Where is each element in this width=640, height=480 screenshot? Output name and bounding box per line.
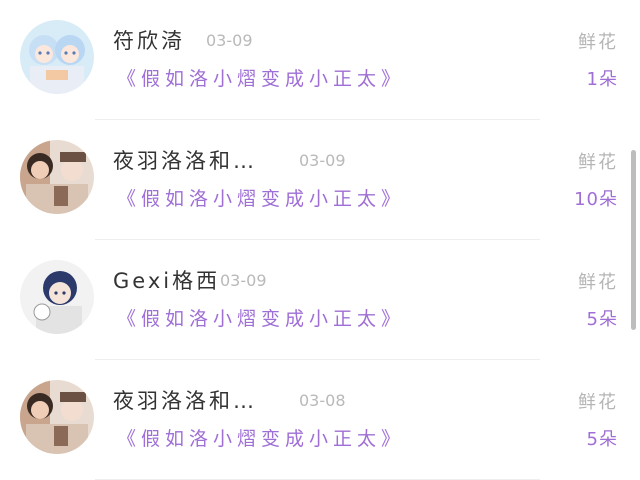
anime-twins-avatar-image (20, 20, 94, 94)
work-title-link[interactable]: 《假如洛小熠变成小正太》 (117, 64, 405, 91)
work-title-link[interactable]: 《假如洛小熠变成小正太》 (117, 304, 405, 331)
user-name[interactable]: Gexi格西 (113, 265, 220, 295)
work-title-link[interactable]: 《假如洛小熠变成小正太》 (117, 424, 405, 451)
user-name[interactable]: 夜羽洛洛和… (113, 385, 257, 415)
user-avatar[interactable] (20, 140, 94, 214)
anime-couple-avatar-image (20, 140, 94, 214)
date-label: 03-09 (220, 271, 267, 290)
user-avatar[interactable] (20, 20, 94, 94)
list-item[interactable]: 夜羽洛洛和… 03-09 《假如洛小熠变成小正太》 鲜花 10朵 (0, 120, 640, 240)
anime-boy-avatar-image (20, 260, 94, 334)
user-avatar[interactable] (20, 260, 94, 334)
gift-record-list: 符欣渏 03-09 《假如洛小熠变成小正太》 鲜花 1朵 夜羽洛洛和… 03-0… (0, 0, 640, 480)
date-label: 03-09 (206, 31, 253, 50)
gift-count: 10朵 (574, 189, 618, 210)
user-name[interactable]: 符欣渏 (113, 25, 185, 55)
work-title-link[interactable]: 《假如洛小熠变成小正太》 (117, 184, 405, 211)
gift-count: 5朵 (586, 309, 618, 330)
gift-type-label: 鲜花 (578, 392, 618, 413)
list-item[interactable]: Gexi格西 03-09 《假如洛小熠变成小正太》 鲜花 5朵 (0, 240, 640, 360)
gift-type-label: 鲜花 (578, 32, 618, 53)
date-label: 03-08 (299, 391, 346, 410)
gift-count: 5朵 (586, 429, 618, 450)
date-label: 03-09 (299, 151, 346, 170)
gift-type-label: 鲜花 (578, 272, 618, 293)
anime-couple-avatar-image (20, 380, 94, 454)
list-item[interactable]: 符欣渏 03-09 《假如洛小熠变成小正太》 鲜花 1朵 (0, 0, 640, 120)
list-item[interactable]: 夜羽洛洛和… 03-08 《假如洛小熠变成小正太》 鲜花 5朵 (0, 360, 640, 480)
gift-type-label: 鲜花 (578, 152, 618, 173)
vertical-scrollbar[interactable] (631, 150, 636, 330)
user-name[interactable]: 夜羽洛洛和… (113, 145, 257, 175)
user-avatar[interactable] (20, 380, 94, 454)
gift-count: 1朵 (586, 69, 618, 90)
